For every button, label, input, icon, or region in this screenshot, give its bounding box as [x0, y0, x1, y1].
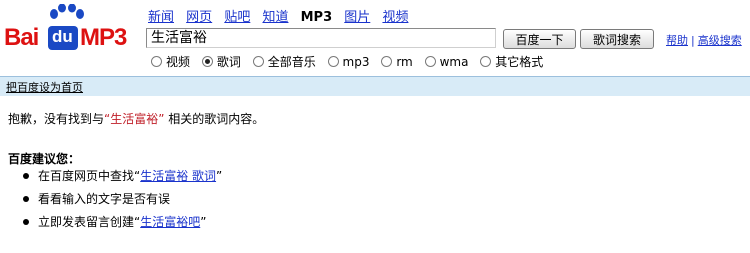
filter-label: wma	[439, 54, 469, 69]
lyrics-search-button[interactable]: 歌词搜索	[580, 29, 654, 49]
suggestion-suffix: ”	[200, 215, 207, 229]
filter-wma[interactable]: wma	[424, 54, 469, 69]
filter-label: 全部音乐	[267, 55, 316, 69]
no-result-suffix: 相关的歌词内容。	[164, 112, 265, 126]
create-tieba-link[interactable]: 生活富裕吧	[140, 215, 200, 229]
nav-images[interactable]: 图片	[344, 10, 370, 25]
logo-text-mp3: MP3	[80, 24, 127, 51]
suggestion-prefix: 在百度网页中查找“	[38, 169, 141, 183]
page: Bai du MP3 新闻 网页 贴吧 知道 MP3 图片 视频 百度一下 歌词…	[0, 0, 750, 253]
filter-video[interactable]: 视频	[151, 53, 190, 70]
filter-all-music[interactable]: 全部音乐	[252, 53, 316, 70]
filter-lyrics[interactable]: 歌词	[201, 53, 241, 70]
suggestions-title: 百度建议您：	[8, 152, 81, 166]
nav-zhidao[interactable]: 知道	[262, 10, 288, 25]
filter-label: 视频	[166, 55, 191, 69]
logo-text-bai: Bai	[4, 24, 39, 51]
suggestion-item: 看看输入的文字是否有误	[22, 191, 222, 207]
suggestion-item: 在百度网页中查找“生活富裕 歌词”	[22, 168, 222, 184]
baidu-mp3-logo[interactable]: Bai du MP3	[2, 4, 138, 51]
nav-tieba[interactable]: 贴吧	[224, 10, 250, 25]
help-link[interactable]: 帮助	[666, 34, 688, 47]
radio-icon[interactable]	[252, 56, 264, 67]
top-nav: 新闻 网页 贴吧 知道 MP3 图片 视频	[148, 6, 416, 25]
filter-label: 歌词	[216, 55, 241, 69]
nav-news[interactable]: 新闻	[148, 10, 174, 25]
filter-rm[interactable]: rm	[381, 54, 413, 69]
search-input[interactable]	[146, 28, 496, 48]
suggestion-suffix: ”	[216, 169, 223, 183]
filter-other-formats[interactable]: 其它格式	[480, 53, 543, 70]
paw-icon	[50, 4, 84, 19]
radio-icon[interactable]	[480, 56, 492, 67]
nav-video[interactable]: 视频	[382, 10, 408, 25]
suggestions-list: 在百度网页中查找“生活富裕 歌词” 看看输入的文字是否有误 立即发表留言创建“生…	[22, 168, 222, 237]
nav-web[interactable]: 网页	[186, 10, 212, 25]
nav-mp3-current: MP3	[300, 10, 333, 25]
baidu-search-button[interactable]: 百度一下	[503, 29, 576, 49]
format-filters: 视频 歌词 全部音乐 mp3 rm wma 其它格式	[151, 53, 551, 70]
radio-icon[interactable]	[424, 56, 436, 67]
search-lyrics-web-link[interactable]: 生活富裕 歌词	[140, 169, 216, 183]
advanced-search-link[interactable]: 高级搜索	[698, 34, 742, 47]
filter-label: mp3	[342, 54, 370, 69]
set-homepage-link[interactable]: 把百度设为首页	[6, 79, 83, 95]
suggestion-item: 立即发表留言创建“生活富裕吧”	[22, 214, 222, 230]
filter-label: rm	[396, 54, 413, 69]
homepage-band: 把百度设为首页	[0, 76, 750, 96]
radio-icon[interactable]	[381, 56, 393, 67]
radio-selected-icon[interactable]	[201, 56, 213, 67]
no-result-prefix: 抱歉，没有找到与	[8, 112, 105, 126]
suggestion-prefix: 立即发表留言创建“	[38, 215, 141, 229]
radio-icon[interactable]	[327, 56, 339, 67]
logo-text-du: du	[52, 27, 73, 46]
help-links: 帮助 | 高级搜索	[666, 32, 742, 48]
no-result-message: 抱歉，没有找到与“生活富裕” 相关的歌词内容。	[8, 110, 264, 127]
separator: |	[691, 34, 695, 47]
query-term: “生活富裕”	[104, 112, 165, 126]
filter-label: 其它格式	[495, 55, 544, 69]
radio-icon[interactable]	[151, 56, 162, 67]
filter-mp3[interactable]: mp3	[327, 54, 370, 69]
suggestion-text: 看看输入的文字是否有误	[38, 192, 171, 206]
